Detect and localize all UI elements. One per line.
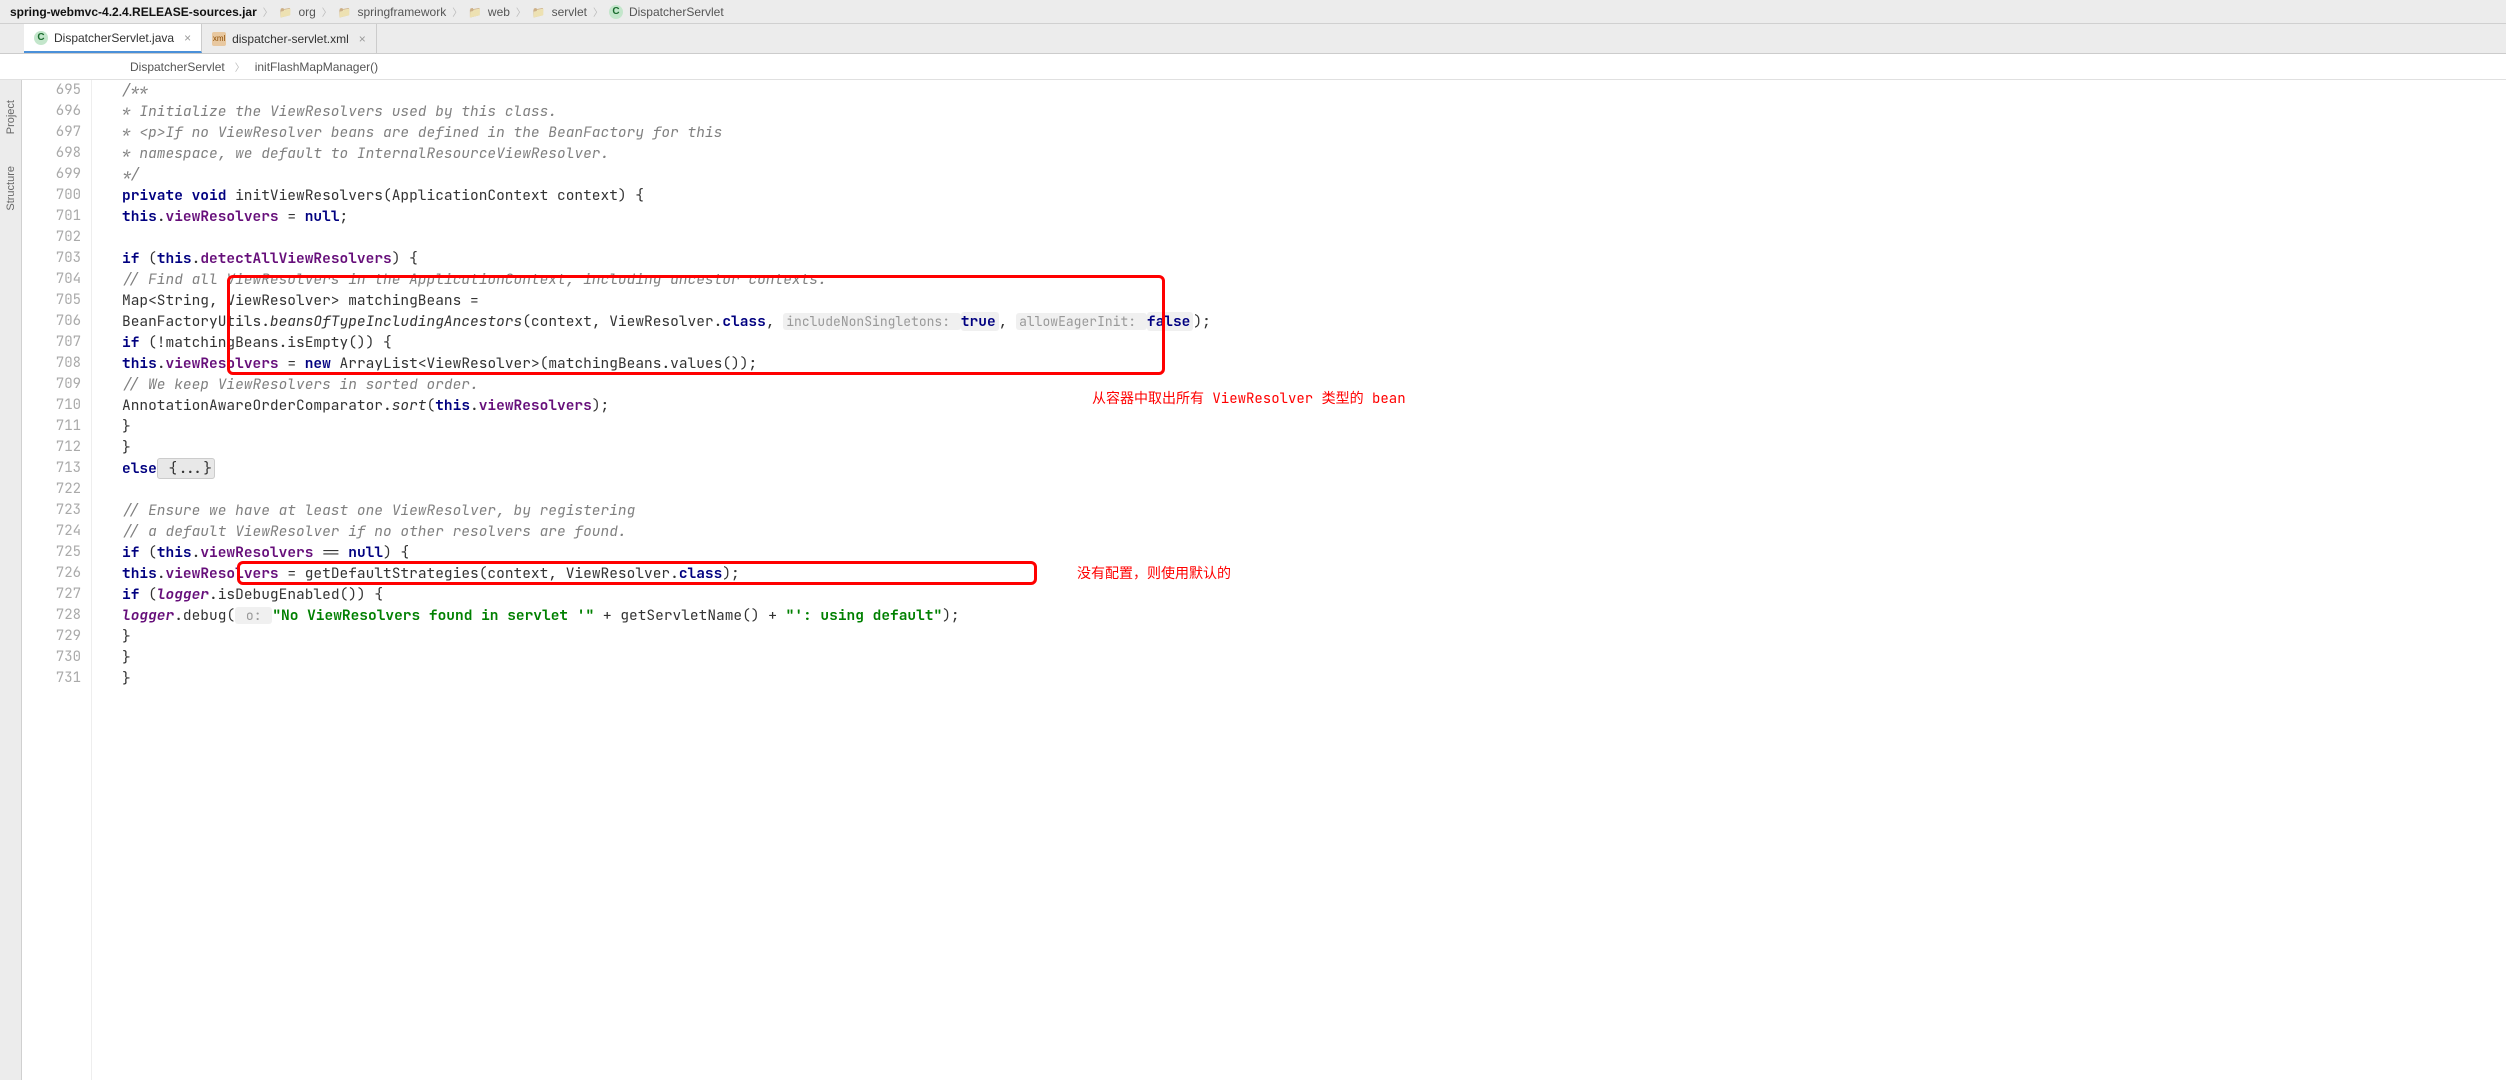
annotation-text-2: 没有配置，则使用默认的 (1077, 563, 1231, 583)
line-number: 698 (22, 143, 81, 164)
close-icon[interactable]: × (184, 31, 191, 45)
line-number: 724 (22, 521, 81, 542)
class-icon: C (609, 5, 623, 19)
breadcrumb-class[interactable]: CDispatcherServlet (607, 5, 726, 19)
line-number: 731 (22, 668, 81, 689)
tool-stripe-left: Project Structure (0, 80, 22, 1080)
editor-tabs: C DispatcherServlet.java × xml dispatche… (0, 24, 2506, 54)
line-number: 730 (22, 647, 81, 668)
crumb-method[interactable]: initFlashMapManager() (255, 60, 378, 74)
folder-icon (468, 5, 482, 19)
tab-dispatcher-servlet-xml[interactable]: xml dispatcher-servlet.xml × (202, 24, 377, 53)
line-number: 696 (22, 101, 81, 122)
line-number: 706 (22, 311, 81, 332)
close-icon[interactable]: × (359, 32, 366, 46)
line-number: 727 (22, 584, 81, 605)
line-number: 701 (22, 206, 81, 227)
line-number: 704 (22, 269, 81, 290)
line-number: 700 (22, 185, 81, 206)
line-number: 711 (22, 416, 81, 437)
line-number: 722 (22, 479, 81, 500)
line-number: 726 (22, 563, 81, 584)
tab-dispatcher-servlet-java[interactable]: C DispatcherServlet.java × (24, 24, 202, 53)
navigation-breadcrumb: spring-webmvc-4.2.4.RELEASE-sources.jar … (0, 0, 2506, 24)
line-number: 723 (22, 500, 81, 521)
code-content[interactable]: /** * Initialize the ViewResolvers used … (92, 80, 2506, 1080)
tool-structure[interactable]: Structure (5, 160, 17, 217)
line-number: 697 (22, 122, 81, 143)
folder-icon (279, 5, 293, 19)
tab-label: dispatcher-servlet.xml (232, 32, 349, 46)
inlay-hint: allowEagerInit: (1016, 313, 1147, 330)
breadcrumb-package-web[interactable]: web (466, 5, 512, 19)
line-number: 705 (22, 290, 81, 311)
line-number: 699 (22, 164, 81, 185)
code-editor[interactable]: 6956966976986997007017027037047057067077… (22, 80, 2506, 1080)
line-number: 695 (22, 80, 81, 101)
inlay-hint: o: (235, 607, 272, 624)
line-number: 712 (22, 437, 81, 458)
breadcrumb-package-org[interactable]: org (277, 5, 318, 19)
line-number: 707 (22, 332, 81, 353)
breadcrumb-package-springframework[interactable]: springframework (336, 5, 448, 19)
tool-project[interactable]: Project (5, 94, 17, 140)
annotation-text-1: 从容器中取出所有 ViewResolver 类型的 bean (1092, 388, 1406, 408)
class-icon: C (34, 31, 48, 45)
line-number: 703 (22, 248, 81, 269)
folder-icon (532, 5, 546, 19)
line-number: 708 (22, 353, 81, 374)
xml-icon: xml (212, 32, 226, 46)
inlay-hint: includeNonSingletons: (783, 313, 961, 330)
line-number: 725 (22, 542, 81, 563)
crumb-class[interactable]: DispatcherServlet (130, 60, 225, 74)
folded-block[interactable]: {...} (157, 458, 215, 479)
folder-icon (338, 5, 352, 19)
line-number: 713 (22, 458, 81, 479)
line-number: 709 (22, 374, 81, 395)
member-breadcrumb: DispatcherServlet 〉 initFlashMapManager(… (0, 54, 2506, 80)
breadcrumb-package-servlet[interactable]: servlet (530, 5, 589, 19)
line-number: 702 (22, 227, 81, 248)
line-number: 710 (22, 395, 81, 416)
tab-label: DispatcherServlet.java (54, 31, 174, 45)
line-number: 729 (22, 626, 81, 647)
breadcrumb-jar[interactable]: spring-webmvc-4.2.4.RELEASE-sources.jar (8, 5, 259, 19)
line-number-gutter: 6956966976986997007017027037047057067077… (22, 80, 92, 1080)
line-number: 728 (22, 605, 81, 626)
